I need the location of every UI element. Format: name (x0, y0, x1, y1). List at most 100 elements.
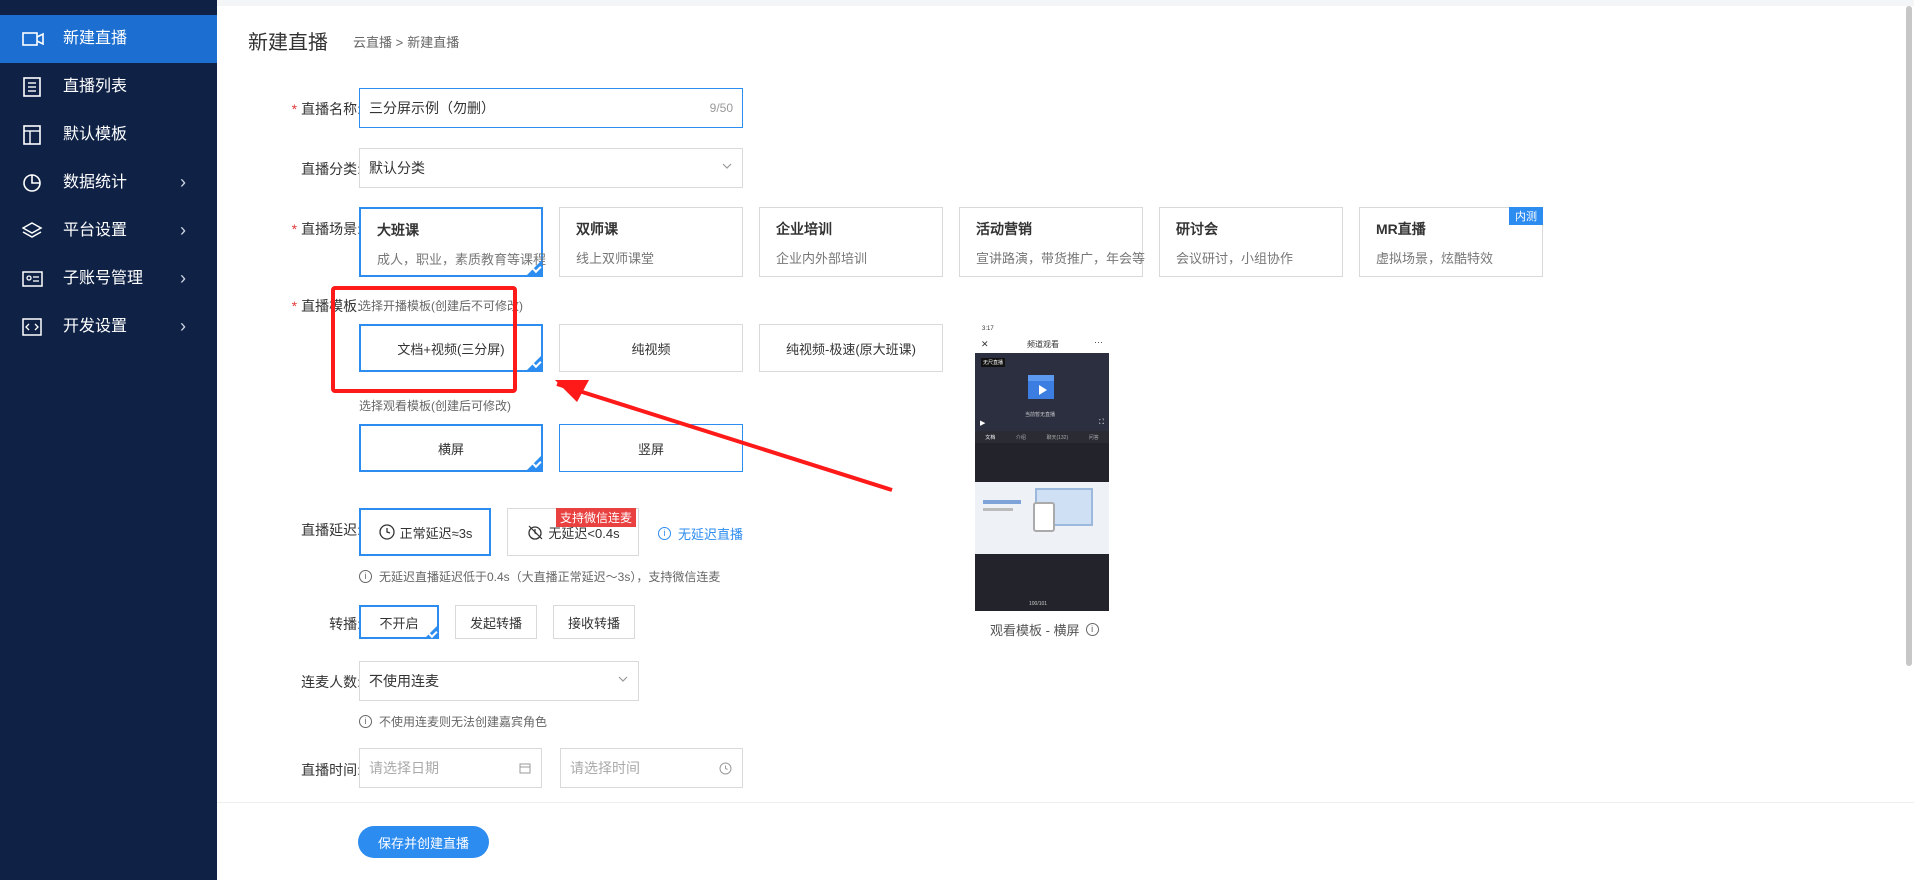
option-label: 纯视频 (631, 341, 671, 357)
preview-doc-text (983, 500, 1021, 504)
sidebar-item-sub-accounts[interactable]: 子账号管理 › (0, 255, 217, 303)
scene-card-large-class[interactable]: 大班课 成人，职业，素质教育等课程 (359, 207, 547, 277)
scene-desc: 成人，职业，素质教育等课程 (377, 252, 547, 267)
app-window: 新建直播 直播列表 默认模板 数据统计 › 平台设置 › 子账号管理 › 开发设… (0, 0, 1914, 880)
mic-value: 不使用连麦 (369, 673, 439, 689)
check-corner-icon (425, 625, 438, 638)
caption-text: 观看模板 - 横屏 (990, 623, 1080, 638)
delay-normal[interactable]: 正常延迟≈3s (359, 508, 491, 556)
layout-icon (23, 125, 41, 145)
sidebar-item-label: 数据统计 (63, 174, 128, 191)
clock-icon (719, 762, 732, 775)
check-corner-icon (526, 260, 542, 276)
sidebar: 新建直播 直播列表 默认模板 数据统计 › 平台设置 › 子账号管理 › 开发设… (0, 0, 217, 880)
template-preview: 3:17 ✕ 频道观看 ··· 无尺直播 当前暂无直播 ▶ ⛶ 文档 介绍 聊天… (975, 325, 1109, 611)
time-label: 直播时间: (301, 762, 361, 778)
category-value: 默认分类 (369, 160, 425, 176)
vertical-scrollbar[interactable] (1906, 6, 1912, 666)
calendar-icon (519, 763, 531, 774)
category-select[interactable]: 默认分类 (359, 148, 743, 188)
template-video-only[interactable]: 纯视频 (559, 324, 743, 372)
scene-desc: 虚拟场景，炫酷特效 (1376, 251, 1494, 266)
sidebar-item-default-template[interactable]: 默认模板 (0, 111, 217, 159)
preview-status-time: 3:17 (982, 326, 994, 332)
option-label: 纯视频-极速(原大班课) (786, 341, 916, 357)
sidebar-item-label: 新建直播 (63, 30, 128, 47)
scene-title: 双师课 (576, 221, 618, 237)
option-label: 正常延迟≈3s (399, 525, 473, 541)
preview-title: 频道观看 (1027, 340, 1059, 349)
id-card-icon (22, 271, 43, 287)
scene-card-mr-live[interactable]: MR直播 虚拟场景，炫酷特效 内测 (1359, 207, 1543, 277)
chevron-right-icon: › (180, 220, 186, 240)
save-create-button[interactable]: 保存并创建直播 (358, 826, 489, 858)
watch-landscape[interactable]: 横屏 (359, 424, 543, 472)
sidebar-item-dev-settings[interactable]: 开发设置 › (0, 303, 217, 351)
check-corner-icon (526, 455, 542, 471)
preview-doc-text (983, 508, 1013, 511)
relay-send[interactable]: 发起转播 (455, 605, 537, 639)
char-counter: 9/50 (709, 101, 733, 115)
mic-select[interactable]: 不使用连麦 (359, 661, 639, 701)
chevron-right-icon: › (180, 316, 186, 336)
breadcrumb: 云直播 > 新建直播 (353, 32, 463, 51)
watch-portrait[interactable]: 竖屏 (559, 424, 743, 472)
watch-template-hint: 选择观看模板(创建后可修改) (359, 399, 511, 413)
preview-tab: 文档 (985, 434, 996, 441)
sidebar-item-live-list[interactable]: 直播列表 (0, 63, 217, 111)
name-label: * 直播名称: (291, 101, 361, 117)
scene-card-seminar[interactable]: 研讨会 会议研讨，小组协作 (1159, 207, 1343, 277)
option-label: 接收转播 (567, 615, 620, 631)
sidebar-item-new-live[interactable]: 新建直播 (0, 15, 217, 63)
scene-card-enterprise-training[interactable]: 企业培训 企业内外部培训 (759, 207, 943, 277)
page-title: 新建直播 (248, 32, 328, 54)
fullscreen-icon: ⛶ (1099, 419, 1104, 426)
zero-delay-link[interactable]: i 无延迟直播 (658, 524, 743, 543)
name-input[interactable]: 三分屏示例（勿删） 9/50 (359, 88, 743, 128)
sidebar-item-label: 平台设置 (63, 222, 128, 239)
note-text: 无延迟直播延迟低于0.4s（大直播正常延迟～3s），支持微信连麦 (379, 570, 721, 584)
rocket-clock-icon (528, 525, 543, 540)
time-picker[interactable]: 请选择时间 (560, 748, 743, 788)
footer-divider (217, 802, 1914, 803)
option-label: 横屏 (437, 441, 464, 457)
scene-card-marketing[interactable]: 活动营销 宣讲路演，带货推广，年会等 (959, 207, 1146, 277)
chevron-down-icon (722, 163, 732, 169)
scene-title: 企业培训 (776, 221, 832, 237)
link-label: 无延迟直播 (678, 527, 744, 542)
list-icon (23, 77, 41, 97)
preview-phone-image (1033, 502, 1055, 532)
preview-video: 无尺直播 当前暂无直播 ▶ ⛶ (975, 353, 1109, 431)
scene-title: 大班课 (377, 222, 419, 238)
relay-off[interactable]: 不开启 (359, 605, 439, 639)
wechat-mic-tag: 支持微信连麦 (556, 508, 637, 527)
main-content: 新建直播 云直播 > 新建直播 * 直播名称: 三分屏示例（勿删） 9/50 直播分… (217, 0, 1914, 880)
play-icon: ▶ (980, 420, 986, 427)
scene-desc: 线上双师课堂 (576, 251, 655, 266)
info-icon[interactable]: i (1085, 623, 1099, 636)
note-text: 不使用连麦则无法创建嘉宾角色 (379, 715, 548, 729)
sidebar-item-label: 默认模板 (63, 126, 128, 143)
video-camera-icon (22, 32, 44, 46)
sidebar-item-label: 子账号管理 (63, 270, 144, 287)
scene-desc: 宣讲路演，带货推广，年会等 (976, 251, 1146, 266)
relay-receive[interactable]: 接收转播 (553, 605, 635, 639)
sidebar-item-label: 开发设置 (63, 318, 128, 335)
mic-note: i 不使用连麦则无法创建嘉宾角色 (359, 713, 547, 730)
close-icon: ✕ (981, 339, 989, 349)
breadcrumb-item[interactable]: 云直播 > (353, 35, 403, 50)
template-video-fast[interactable]: 纯视频-极速(原大班课) (759, 324, 943, 372)
sidebar-item-platform-settings[interactable]: 平台设置 › (0, 207, 217, 255)
option-label: 发起转播 (469, 615, 522, 631)
pie-chart-icon (23, 174, 41, 192)
relay-label: 转播: (329, 616, 361, 632)
more-icon: ··· (1094, 337, 1103, 347)
delay-label: 直播延迟: (301, 522, 361, 538)
chevron-right-icon: › (180, 172, 186, 192)
preview-caption: 观看模板 - 横屏 i (990, 620, 1099, 639)
date-picker[interactable]: 请选择日期 (359, 748, 542, 788)
sidebar-item-statistics[interactable]: 数据统计 › (0, 159, 217, 207)
info-icon: i (658, 527, 671, 540)
scene-card-dual-teacher[interactable]: 双师课 线上双师课堂 (559, 207, 743, 277)
preview-page-indicator: 100/101 (1029, 601, 1048, 607)
